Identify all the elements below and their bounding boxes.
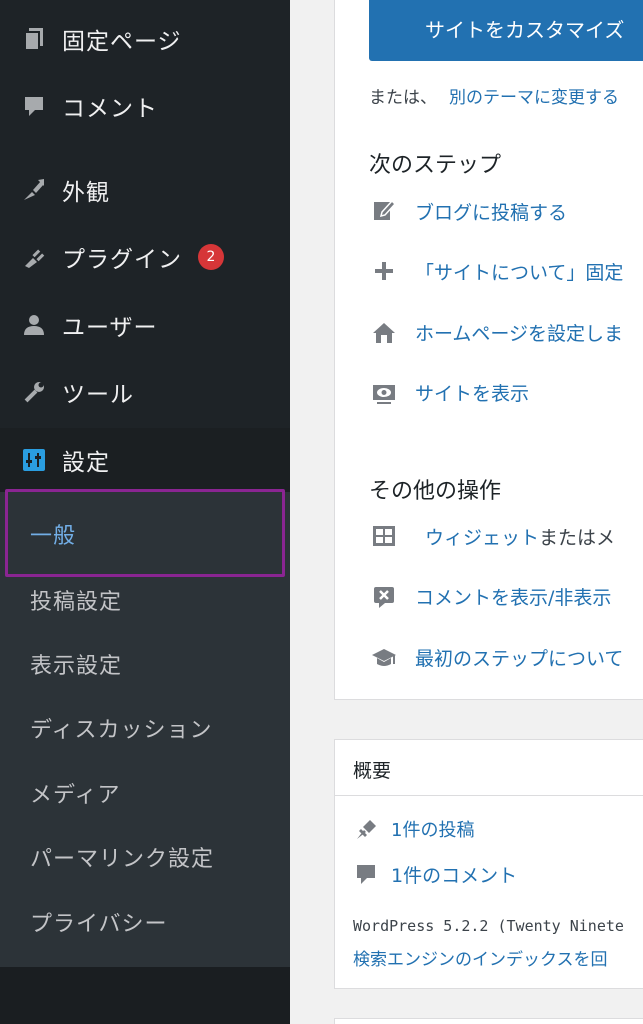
at-a-glance-panel: 概要 1件の投稿 1件のコメント WordPress 5.2.2 (Twenty… xyxy=(334,739,643,989)
submenu-item-reading[interactable]: 表示設定 xyxy=(30,648,122,680)
view-site-link[interactable]: サイトを表示 xyxy=(415,379,529,406)
setup-homepage-link[interactable]: ホームページを設定しま xyxy=(415,319,623,346)
pages-icon xyxy=(20,25,48,53)
admin-sidebar: 固定ページ コメント 外観 プラグイン 2 ユーザー ツール 設定 一般 投稿設… xyxy=(0,0,290,1024)
widgets-link[interactable]: ウィジェット xyxy=(425,527,539,549)
main-content: サイトをカスタマイズ または、 別のテーマに変更する 次のステップ ブログに投稿… xyxy=(290,0,643,1024)
comment-icon xyxy=(353,861,379,887)
first-steps-link[interactable]: 最初のステップについて xyxy=(415,644,623,671)
sidebar-item-plugins[interactable]: プラグイン 2 xyxy=(0,226,290,288)
widgets-rest-text: またはメ xyxy=(539,527,616,549)
change-theme-link[interactable]: 別のテーマに変更する xyxy=(449,83,619,108)
write-post-link[interactable]: ブログに投稿する xyxy=(415,198,567,225)
plus-icon xyxy=(371,258,397,284)
edit-icon xyxy=(371,197,397,223)
brush-icon xyxy=(20,176,48,204)
sidebar-item-label: 設定 xyxy=(62,450,110,476)
next-steps-heading: 次のステップ xyxy=(369,153,502,178)
update-count-badge: 2 xyxy=(198,244,224,270)
settings-icon xyxy=(20,446,48,474)
submenu-item-writing[interactable]: 投稿設定 xyxy=(30,584,122,616)
sidebar-item-label: ツール xyxy=(62,382,134,408)
search-engine-visibility-link[interactable]: 検索エンジンのインデックスを回 xyxy=(353,945,608,970)
learn-icon xyxy=(371,645,397,671)
sidebar-item-users[interactable]: ユーザー xyxy=(0,294,290,356)
sidebar-item-settings[interactable]: 設定 xyxy=(0,428,290,492)
glance-divider xyxy=(335,795,643,796)
welcome-panel: サイトをカスタマイズ または、 別のテーマに変更する 次のステップ ブログに投稿… xyxy=(334,0,643,700)
add-about-page-link[interactable]: 「サイトについて」固定 xyxy=(415,258,623,285)
sidebar-item-label: コメント xyxy=(62,96,158,122)
submenu-item-permalinks[interactable]: パーマリンク設定 xyxy=(30,841,214,873)
view-site-icon xyxy=(371,381,397,407)
sidebar-item-label: 固定ページ xyxy=(62,29,182,55)
sidebar-item-appearance[interactable]: 外観 xyxy=(0,159,290,221)
more-actions-heading: その他の操作 xyxy=(369,479,502,504)
sidebar-item-label: 外観 xyxy=(62,180,110,206)
widgets-icon xyxy=(371,523,397,549)
sidebar-item-comments[interactable]: コメント xyxy=(0,75,290,137)
sidebar-item-label: ユーザー xyxy=(62,315,158,341)
or-text: または、 xyxy=(369,88,437,108)
user-icon xyxy=(20,311,48,339)
wrench-icon xyxy=(20,378,48,406)
pin-icon xyxy=(353,816,379,842)
toggle-comments-link[interactable]: コメントを表示/非表示 xyxy=(415,583,611,610)
submenu-item-discussion[interactable]: ディスカッション xyxy=(30,712,212,744)
sidebar-item-label: プラグイン xyxy=(62,247,182,273)
submenu-item-privacy[interactable]: プライバシー xyxy=(30,906,168,938)
next-panel-edge xyxy=(334,1018,643,1024)
posts-count-link[interactable]: 1件の投稿 xyxy=(391,816,474,842)
sidebar-item-tools[interactable]: ツール xyxy=(0,361,290,423)
highlight-box xyxy=(5,489,285,577)
customize-site-button[interactable]: サイトをカスタマイズ xyxy=(369,0,643,61)
wp-version-text: WordPress 5.2.2 (Twenty Ninete xyxy=(353,917,624,935)
widgets-row: ウィジェットまたはメ xyxy=(425,523,615,550)
home-icon xyxy=(371,320,397,346)
comments-count-link[interactable]: 1件のコメント xyxy=(391,861,517,888)
comment-toggle-icon xyxy=(371,584,397,610)
comment-icon xyxy=(20,92,48,120)
sidebar-item-pages[interactable]: 固定ページ xyxy=(0,8,290,70)
sidebar-bottom xyxy=(0,967,290,1024)
glance-title: 概要 xyxy=(353,760,392,782)
plugin-icon xyxy=(20,243,48,271)
submenu-item-media[interactable]: メディア xyxy=(30,777,120,809)
